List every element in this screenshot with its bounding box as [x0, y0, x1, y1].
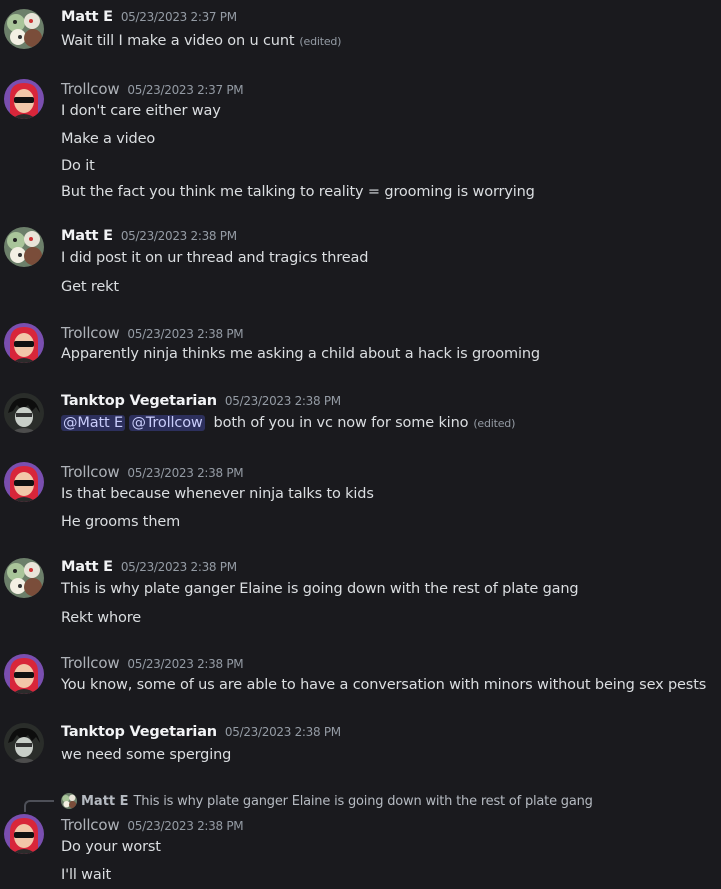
message-line: Rekt whore: [61, 610, 142, 626]
dark-anime-avatar-icon: [4, 393, 44, 433]
timestamp[interactable]: 05/23/2023 2:38 PM: [127, 466, 243, 480]
red-haired-sunglasses-avatar-icon: [4, 654, 44, 694]
message-line: Is that because whenever ninja talks to …: [61, 486, 374, 502]
avatar-trollcow[interactable]: [4, 654, 44, 694]
message-header: Trollcow 05/23/2023 2:38 PM: [61, 654, 244, 674]
avatar-trollcow[interactable]: [4, 323, 44, 363]
timestamp[interactable]: 05/23/2023 2:38 PM: [121, 560, 237, 574]
reply-preview[interactable]: Matt E This is why plate ganger Elaine i…: [61, 792, 593, 810]
message-line: I did post it on ur thread and tragics t…: [61, 250, 369, 266]
edited-tag: (edited): [299, 35, 342, 48]
avatar-trollcow[interactable]: [4, 462, 44, 502]
avatar-trollcow[interactable]: [4, 814, 44, 854]
message-header: Trollcow 05/23/2023 2:37 PM: [61, 80, 244, 100]
author-name[interactable]: Trollcow: [61, 654, 120, 672]
message-header: Matt E 05/23/2023 2:38 PM: [61, 559, 237, 579]
message-line: Get rekt: [61, 279, 119, 295]
message-header: Trollcow 05/23/2023 2:38 PM: [61, 463, 244, 483]
chat-log: Matt E 05/23/2023 2:37 PM Wait till I ma…: [0, 0, 721, 889]
cartoon-collage-avatar-icon: [4, 227, 44, 267]
reply-text[interactable]: This is why plate ganger Elaine is going…: [134, 794, 593, 809]
author-name[interactable]: Tanktop Vegetarian: [61, 393, 217, 409]
author-name[interactable]: Matt E: [61, 559, 113, 575]
timestamp[interactable]: 05/23/2023 2:38 PM: [121, 229, 237, 243]
author-name[interactable]: Trollcow: [61, 324, 120, 342]
message-header: Trollcow 05/23/2023 2:38 PM: [61, 816, 244, 836]
author-name[interactable]: Matt E: [61, 228, 113, 244]
timestamp[interactable]: 05/23/2023 2:37 PM: [127, 83, 243, 97]
dark-anime-avatar-icon: [4, 723, 44, 763]
message-header: Tanktop Vegetarian 05/23/2023 2:38 PM: [61, 724, 341, 744]
reply-avatar: [61, 793, 77, 809]
cartoon-collage-avatar-icon: [4, 9, 44, 49]
cartoon-collage-avatar-icon: [61, 793, 77, 809]
avatar-tanktop-vegetarian[interactable]: [4, 393, 44, 433]
red-haired-sunglasses-avatar-icon: [4, 462, 44, 502]
message-line: I don't care either way: [61, 103, 221, 119]
author-name[interactable]: Trollcow: [61, 80, 120, 98]
message-line: But the fact you think me talking to rea…: [61, 184, 535, 200]
author-name[interactable]: Trollcow: [61, 816, 120, 834]
edited-tag: (edited): [473, 417, 516, 430]
message-line: Make a video: [61, 131, 156, 147]
reply-author[interactable]: Matt E: [81, 794, 129, 809]
message-line: He grooms them: [61, 514, 181, 530]
avatar-matt-e[interactable]: [4, 9, 44, 49]
avatar-trollcow[interactable]: [4, 79, 44, 119]
message-line: This is why plate ganger Elaine is going…: [61, 581, 579, 597]
message-line: Apparently ninja thinks me asking a chil…: [61, 346, 540, 362]
message-header: Trollcow 05/23/2023 2:38 PM: [61, 324, 244, 344]
red-haired-sunglasses-avatar-icon: [4, 323, 44, 363]
message-line: I'll wait: [61, 867, 112, 883]
timestamp[interactable]: 05/23/2023 2:38 PM: [127, 327, 243, 341]
message-line: Do your worst: [61, 839, 161, 855]
message-line: Wait till I make a video on u cunt (edite…: [61, 33, 342, 49]
message-line: You know, some of us are able to have a …: [61, 677, 707, 693]
message-header: Matt E 05/23/2023 2:37 PM: [61, 9, 237, 29]
timestamp[interactable]: 05/23/2023 2:38 PM: [225, 725, 341, 739]
timestamp[interactable]: 05/23/2023 2:37 PM: [121, 10, 237, 24]
author-name[interactable]: Tanktop Vegetarian: [61, 724, 217, 740]
avatar-matt-e[interactable]: [4, 558, 44, 598]
message-line: Do it: [61, 158, 95, 174]
mention-matt-e[interactable]: @Matt E: [61, 415, 125, 431]
reply-spine: [24, 800, 54, 812]
message-header: Matt E 05/23/2023 2:38 PM: [61, 228, 237, 248]
cartoon-collage-avatar-icon: [4, 558, 44, 598]
message-line: @Matt E @Trollcow both of you in vc now …: [61, 415, 516, 431]
mention-trollcow[interactable]: @Trollcow: [129, 415, 205, 431]
message-line: we need some sperging: [61, 747, 232, 763]
author-name[interactable]: Matt E: [61, 9, 113, 25]
timestamp[interactable]: 05/23/2023 2:38 PM: [225, 394, 341, 408]
avatar-tanktop-vegetarian[interactable]: [4, 723, 44, 763]
timestamp[interactable]: 05/23/2023 2:38 PM: [127, 657, 243, 671]
red-haired-sunglasses-avatar-icon: [4, 79, 44, 119]
message-header: Tanktop Vegetarian 05/23/2023 2:38 PM: [61, 393, 341, 413]
author-name[interactable]: Trollcow: [61, 463, 120, 481]
avatar-matt-e[interactable]: [4, 227, 44, 267]
red-haired-sunglasses-avatar-icon: [4, 814, 44, 854]
timestamp[interactable]: 05/23/2023 2:38 PM: [127, 819, 243, 833]
